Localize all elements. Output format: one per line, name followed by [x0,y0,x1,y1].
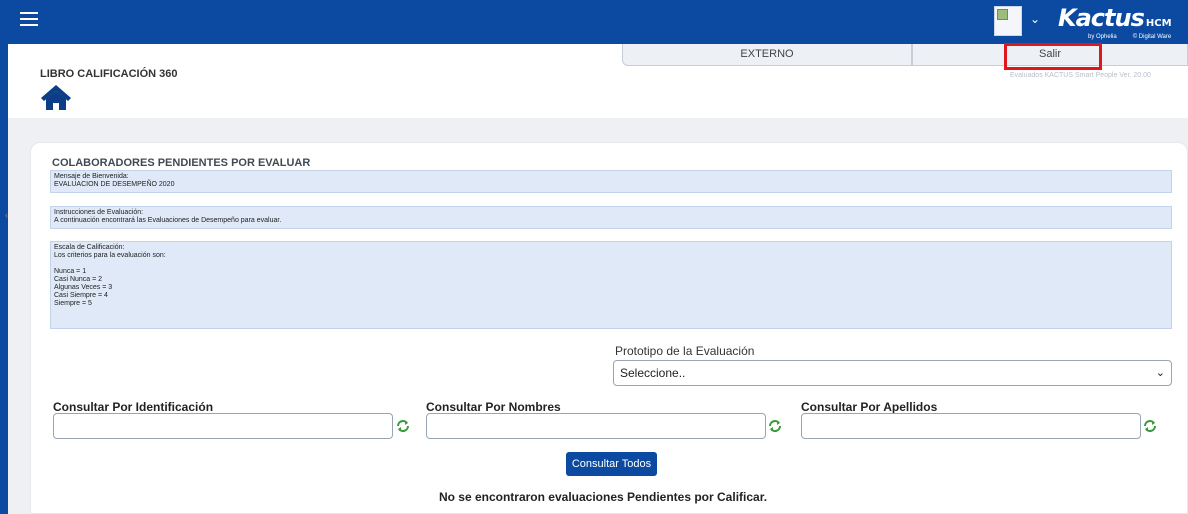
no-results-message: No se encontraron evaluaciones Pendiente… [438,490,768,504]
scale-item: Algunas Veces = 3 [54,284,113,291]
welcome-message: Mensaje de Bienvenida: EVALUACION DE DES… [50,170,1172,193]
tab-externo[interactable]: EXTERNO [622,44,912,66]
welcome-text: EVALUACION DE DESEMPEÑO 2020 [54,181,175,188]
consult-all-button[interactable]: Consultar Todos [566,452,657,476]
instructions-text: A continuación encontrará las Evaluacion… [54,217,282,224]
tab-salir[interactable]: Salir [912,44,1188,66]
left-rail [0,0,8,514]
section-title: COLABORADORES PENDIENTES POR EVALUAR [52,157,311,169]
logo-brand-text: © Digital Ware [1132,34,1172,40]
search-id-label: Consultar Por Identificación [53,400,214,414]
logo-suffix-text: HCM [1145,18,1172,29]
scale-item: Casi Nunca = 2 [54,276,103,283]
scale-label: Escala de Calificación: [54,244,125,251]
search-id-input[interactable] [53,413,393,439]
instructions-label: Instrucciones de Evaluación: [54,209,144,216]
prototype-label: Prototipo de la Evaluación [615,344,755,358]
scale-intro: Los criterios para la evaluación son: [54,252,166,259]
prototype-selected-value: Seleccione.. [620,366,686,380]
version-text: Evaluados KACTUS Smart People Ver. 20.00 [1010,72,1151,79]
logo-main-text: Kactus [1058,4,1145,32]
refresh-icon[interactable] [1143,419,1157,433]
search-names-label: Consultar Por Nombres [426,400,561,414]
scale-item: Nunca = 1 [54,268,87,275]
brand-logo: Kactus HCM by Ophelia © Digital Ware [1058,4,1172,40]
user-avatar[interactable] [994,6,1022,36]
chevron-down-icon: ⌄ [1155,367,1165,379]
welcome-label: Mensaje de Bienvenida: [54,173,129,180]
instructions-message: Instrucciones de Evaluación: A continuac… [50,206,1172,229]
scale-item: Siempre = 5 [54,300,92,307]
logo-by-text: by Ophelia [1088,34,1117,40]
refresh-icon[interactable] [396,419,410,433]
user-menu-chevron-icon[interactable]: ⌄ [1030,12,1040,26]
home-icon[interactable] [40,83,72,111]
refresh-icon[interactable] [768,419,782,433]
page-title: LIBRO CALIFICACIÓN 360 [40,68,178,80]
logo-subtitle: by Ophelia © Digital Ware [1088,34,1188,40]
scale-message: Escala de Calificación: Los criterios pa… [50,241,1172,329]
scale-item: Casi Siempre = 4 [54,292,108,299]
prototype-select[interactable]: Seleccione.. ⌄ [613,360,1172,386]
search-names-input[interactable] [426,413,766,439]
hamburger-icon[interactable] [20,12,38,26]
search-lastnames-input[interactable] [801,413,1141,439]
search-lastnames-label: Consultar Por Apellidos [801,400,938,414]
